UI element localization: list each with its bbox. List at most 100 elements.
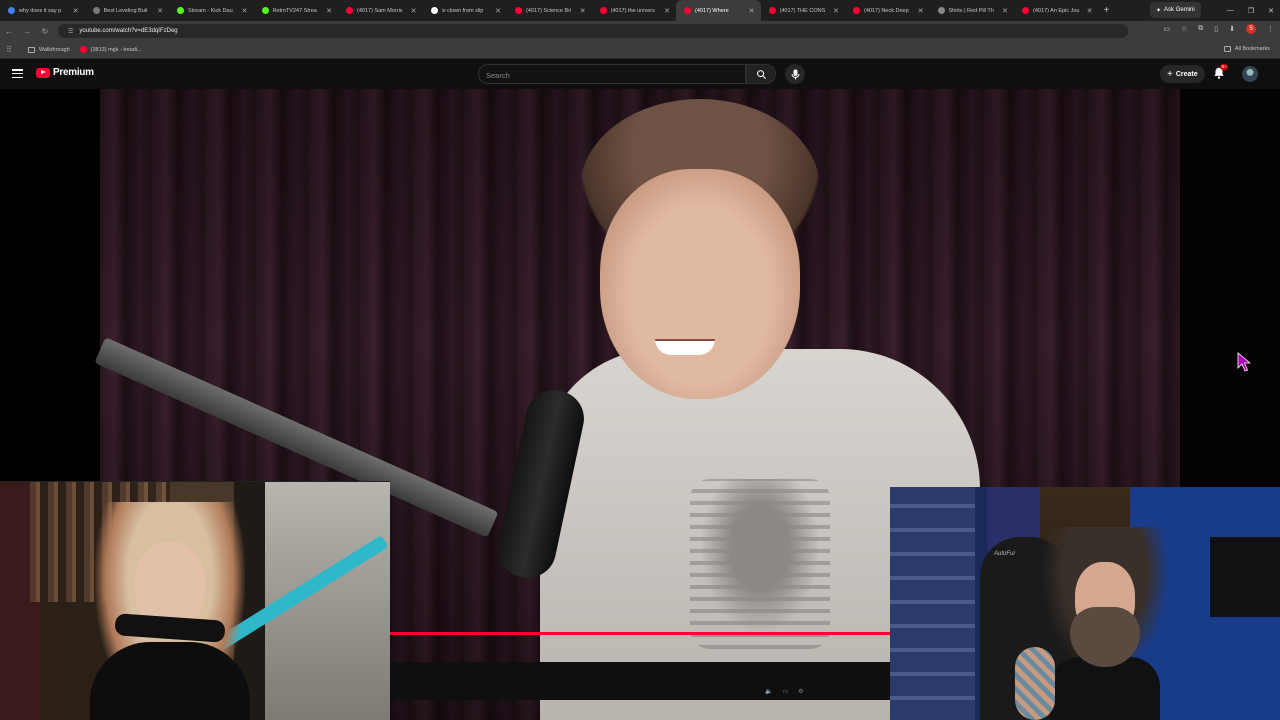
tab-title: (4017) Sam Morris [357,7,403,14]
microphone-icon [791,69,799,79]
close-window-icon[interactable]: ✕ [1268,7,1274,15]
youtube-premium-label: Premium [53,67,94,78]
tab-close-icon[interactable]: ✕ [580,7,586,15]
maximize-icon[interactable]: ❐ [1248,7,1254,15]
new-tab-button[interactable]: + [1099,5,1115,16]
tab-title: Shirts | Red Pill Th [948,7,994,14]
notification-badge: 9+ [1220,64,1229,70]
tab-favicon-icon [684,7,691,14]
tab-close-icon[interactable]: ✕ [495,7,501,15]
url-text: youtube.com/watch?v=dE3dqIFzDeg [79,28,178,34]
player-controls-bar [390,662,890,700]
sidepanel-icon[interactable]: ▯ [1214,25,1218,33]
ask-gemini-button[interactable]: ✦ Ask Gemini [1150,2,1201,18]
youtube-play-icon [36,67,50,78]
address-bar[interactable]: ☰ youtube.com/watch?v=dE3dqIFzDeg [58,24,1128,38]
tab-favicon-icon [853,7,860,14]
voice-search-button[interactable] [785,64,805,84]
tab-close-icon[interactable]: ✕ [157,7,163,15]
folder-icon [28,46,35,53]
webcam-right: AutoFul [890,487,1280,720]
site-info-icon[interactable]: ☰ [68,28,73,35]
bookmarks-bar: ⠿ Walkthrough (3813) mgk - treadi... All… [0,41,1280,59]
account-avatar[interactable] [1242,66,1258,82]
bookmark-label: Walkthrough [39,46,70,53]
tab-close-icon[interactable]: ✕ [242,7,248,15]
browser-tab[interactable]: (4017) Where ✕ [676,0,761,21]
tab-favicon-icon [768,7,776,14]
tab-title: (4017) Science Bri [526,7,572,14]
browser-tab[interactable]: (4017) THE CONS ✕ [761,0,846,21]
browser-tab[interactable]: Best Leveling Buil ✕ [85,0,170,21]
tab-title: (4017) the univers [610,7,655,14]
bookmark-star-icon[interactable]: ☆ [1181,25,1187,33]
tab-title: (4017) An Epic Jou [1033,7,1080,14]
forward-icon[interactable]: → [18,27,36,36]
profile-avatar[interactable]: S [1246,24,1256,34]
tab-close-icon[interactable]: ✕ [918,7,924,15]
bookmark-mgk[interactable]: (3813) mgk - treadi... [79,46,142,53]
hamburger-menu-icon[interactable] [12,68,23,79]
tab-title: (4017) Neck Deep [864,7,909,14]
tab-close-icon[interactable]: ✕ [833,7,839,15]
tab-close-icon[interactable]: ✕ [1087,7,1093,15]
tab-title: Best Leveling Buil [103,7,148,14]
bookmark-walkthrough[interactable]: Walkthrough [28,46,70,53]
browser-tab[interactable]: (4017) Neck Deep ✕ [845,0,930,21]
notifications-button[interactable]: 9+ [1212,64,1229,82]
apps-grid-icon[interactable]: ⠿ [0,45,18,54]
create-button[interactable]: + Create [1160,65,1205,83]
tab-title: why does it say p [19,7,62,14]
tab-close-icon[interactable]: ✕ [73,7,79,15]
tab-close-icon[interactable]: ✕ [749,7,755,15]
extensions-icon[interactable]: ⧉ [1198,25,1203,33]
search-button[interactable] [746,64,776,84]
tab-close-icon[interactable]: ✕ [411,7,417,15]
search-icon [756,69,766,79]
browser-tab[interactable]: (4017) Sam Morris ✕ [338,0,423,21]
browser-tab[interactable]: why does it say p ✕ [0,0,85,21]
tab-close-icon[interactable]: ✕ [326,7,332,15]
volume-icon[interactable]: 🔈 [765,688,772,695]
tab-close-icon[interactable]: ✕ [1002,7,1008,15]
menu-kebab-icon[interactable]: ⋮ [1267,25,1274,33]
player-control-icons: 🔈 ▭ ⚙ [765,688,804,695]
tab-favicon-icon [92,7,100,14]
tab-favicon-icon [937,7,945,14]
tab-favicon-icon [1022,7,1029,14]
bookmark-label: (3813) mgk - treadi... [90,46,142,53]
browser-tab[interactable]: Stream - Kick Dau ✕ [169,0,254,21]
webcam-left [0,481,390,720]
gemini-icon: ✦ [1156,7,1162,14]
all-bookmarks[interactable]: All Bookmarks [1223,46,1270,52]
tab-favicon-icon [261,7,269,14]
cast-icon[interactable]: ▭ [1163,25,1170,33]
browser-tab[interactable]: is clown from slip ✕ [423,0,508,21]
mouse-cursor-icon [1237,352,1251,372]
tab-title: RetroTV247 Strea [272,7,317,14]
browser-tab[interactable]: Shirts | Red Pill Th ✕ [930,0,1015,21]
tab-title: Stream - Kick Dau [188,7,233,14]
create-label: Create [1175,70,1198,78]
search-input[interactable] [479,66,745,85]
video-progress-bar[interactable] [390,632,890,635]
tab-title: (4017) THE CONS [779,7,826,14]
settings-icon[interactable]: ⚙ [798,688,803,695]
downloads-icon[interactable]: ⬇ [1229,25,1235,33]
browser-tab[interactable]: (4017) An Epic Jou ✕ [1014,0,1099,21]
subtitles-icon[interactable]: ▭ [782,688,788,695]
back-icon[interactable]: ← [0,27,18,36]
minimize-icon[interactable]: — [1227,7,1234,14]
tab-close-icon[interactable]: ✕ [664,7,670,15]
tab-favicon-icon [8,7,15,14]
tab-favicon-icon [430,7,438,14]
reload-icon[interactable]: ↻ [36,27,54,36]
ask-gemini-label: Ask Gemini [1164,7,1195,13]
browser-tab[interactable]: (4017) Science Bri ✕ [507,0,592,21]
tab-title: is clown from slip [441,7,484,14]
youtube-logo[interactable]: Premium [36,67,94,78]
browser-tab[interactable]: (4017) the univers ✕ [592,0,677,21]
browser-tab[interactable]: RetroTV247 Strea ✕ [254,0,339,21]
all-bookmarks-label: All Bookmarks [1234,46,1270,52]
chair-label: AutoFul [994,551,1015,557]
